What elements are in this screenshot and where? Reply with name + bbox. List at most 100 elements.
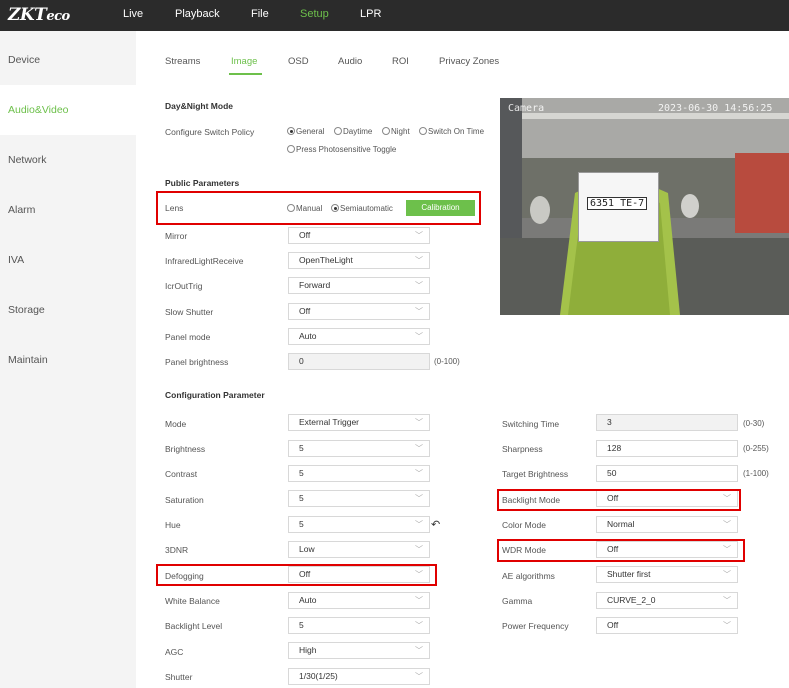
sidebar-item-alarm[interactable]: Alarm	[0, 185, 136, 235]
sidebar-item-network[interactable]: Network	[0, 135, 136, 185]
mode-select[interactable]: External Trigger ﹀	[288, 414, 430, 431]
radio-icon	[287, 145, 295, 153]
hue-select[interactable]: 5 ﹀	[288, 516, 430, 533]
sidebar: Device Audio&Video Network Alarm IVA Sto…	[0, 31, 136, 688]
radio-icon	[382, 127, 390, 135]
sharpness-input[interactable]: 128	[596, 440, 738, 457]
ae-algorithms-select[interactable]: Shutter first ﹀	[596, 566, 738, 583]
nav-live[interactable]: Live	[123, 8, 143, 20]
3dnr-select[interactable]: Low ﹀	[288, 541, 430, 558]
lens-highlight-box	[156, 191, 481, 225]
osd-channel-name: Camera	[508, 103, 545, 114]
radio-general[interactable]: General	[287, 127, 324, 136]
mirror-select[interactable]: Off ﹀	[288, 227, 430, 244]
wdr-mode-highlight-box	[497, 539, 745, 562]
config-params-title: Configuration Parameter	[165, 390, 265, 400]
license-plate-text: 6351 TE-7	[587, 197, 648, 210]
sidebar-item-device[interactable]: Device	[0, 35, 136, 85]
target-brightness-input[interactable]: 50	[596, 465, 738, 482]
radio-daytime[interactable]: Daytime	[334, 127, 372, 136]
panel-brightness-range: (0-100)	[434, 357, 460, 366]
sharpness-label: Sharpness	[502, 444, 543, 454]
chevron-down-icon: ﹀	[415, 545, 423, 554]
top-bar: ZKTeco Live Playback File Setup LPR	[0, 0, 789, 31]
chevron-down-icon: ﹀	[415, 307, 423, 316]
shutter-select[interactable]: 1/30(1/25) ﹀	[288, 668, 430, 685]
chevron-down-icon: ﹀	[415, 646, 423, 655]
white-balance-label: White Balance	[165, 596, 220, 606]
target-brightness-range: (1-100)	[743, 469, 769, 478]
target-brightness-label: Target Brightness	[502, 469, 569, 479]
color-mode-select[interactable]: Normal ﹀	[596, 516, 738, 533]
nav-playback[interactable]: Playback	[175, 8, 220, 20]
chevron-down-icon: ﹀	[415, 596, 423, 605]
switching-time-label: Switching Time	[502, 419, 560, 429]
saturation-label: Saturation	[165, 495, 204, 505]
chevron-down-icon: ﹀	[415, 444, 423, 453]
tab-privacy-zones[interactable]: Privacy Zones	[439, 56, 499, 67]
nav-setup[interactable]: Setup	[300, 8, 329, 20]
nav-lpr[interactable]: LPR	[360, 8, 381, 20]
brightness-label: Brightness	[165, 444, 206, 454]
gamma-label: Gamma	[502, 596, 533, 606]
tab-osd[interactable]: OSD	[288, 56, 309, 67]
zkteco-logo: ZKTeco	[8, 5, 70, 25]
switching-time-input[interactable]: 3	[596, 414, 738, 431]
panel-brightness-label: Panel brightness	[165, 357, 229, 367]
radio-night[interactable]: Night	[382, 127, 410, 136]
chevron-down-icon: ﹀	[723, 520, 731, 529]
sidebar-item-maintain[interactable]: Maintain	[0, 335, 136, 385]
chevron-down-icon: ﹀	[415, 621, 423, 630]
tab-roi[interactable]: ROI	[392, 56, 409, 67]
tab-audio[interactable]: Audio	[338, 56, 362, 67]
radio-switch-on-time[interactable]: Switch On Time	[419, 127, 484, 136]
nav-file[interactable]: File	[251, 8, 269, 20]
radio-icon	[334, 127, 342, 135]
chevron-down-icon: ﹀	[415, 469, 423, 478]
white-balance-select[interactable]: Auto ﹀	[288, 592, 430, 609]
hue-label: Hue	[165, 520, 181, 530]
active-tab-indicator	[229, 73, 262, 75]
osd-timestamp: 2023-06-30 14:56:25	[658, 103, 773, 114]
sidebar-item-audio-video[interactable]: Audio&Video	[0, 85, 136, 135]
power-frequency-select[interactable]: Off ﹀	[596, 617, 738, 634]
radio-photosensitive[interactable]: Press Photosensitive Toggle	[287, 145, 396, 154]
chevron-down-icon: ﹀	[415, 231, 423, 240]
slow-shutter-select[interactable]: Off ﹀	[288, 303, 430, 320]
contrast-select[interactable]: 5 ﹀	[288, 465, 430, 482]
panel-mode-select[interactable]: Auto ﹀	[288, 328, 430, 345]
chevron-down-icon: ﹀	[723, 621, 731, 630]
license-plate-card: 6351 TE-7	[578, 172, 659, 242]
chevron-down-icon: ﹀	[415, 256, 423, 265]
gamma-select[interactable]: CURVE_2_0 ﹀	[596, 592, 738, 609]
brightness-select[interactable]: 5 ﹀	[288, 440, 430, 457]
backlight-level-select[interactable]: 5 ﹀	[288, 617, 430, 634]
shutter-label: Shutter	[165, 672, 193, 682]
icr-out-trig-select[interactable]: Forward ﹀	[288, 277, 430, 294]
infrared-select[interactable]: OpenTheLight ﹀	[288, 252, 430, 269]
mode-label: Mode	[165, 419, 187, 429]
radio-icon	[419, 127, 427, 135]
public-params-title: Public Parameters	[165, 178, 240, 188]
chevron-down-icon: ﹀	[415, 520, 423, 529]
sidebar-item-iva[interactable]: IVA	[0, 235, 136, 285]
chevron-down-icon: ﹀	[415, 494, 423, 503]
chevron-down-icon: ﹀	[415, 418, 423, 427]
backlight-mode-highlight-box	[497, 489, 741, 511]
radio-selected-icon	[287, 127, 295, 135]
agc-select[interactable]: High ﹀	[288, 642, 430, 659]
panel-brightness-input[interactable]: 0	[288, 353, 430, 370]
chevron-down-icon: ﹀	[415, 672, 423, 681]
day-night-title: Day&Night Mode	[165, 101, 233, 111]
slow-shutter-label: Slow Shutter	[165, 307, 214, 317]
undo-icon[interactable]: ↶	[431, 518, 440, 531]
chevron-down-icon: ﹀	[723, 570, 731, 579]
tab-streams[interactable]: Streams	[165, 56, 200, 67]
contrast-label: Contrast	[165, 469, 198, 479]
saturation-select[interactable]: 5 ﹀	[288, 490, 430, 507]
power-frequency-label: Power Frequency	[502, 621, 569, 631]
tab-image[interactable]: Image	[231, 56, 257, 67]
switching-time-range: (0-30)	[743, 419, 765, 428]
sidebar-item-storage[interactable]: Storage	[0, 285, 136, 335]
infrared-label: InfraredLightReceive	[165, 256, 244, 266]
